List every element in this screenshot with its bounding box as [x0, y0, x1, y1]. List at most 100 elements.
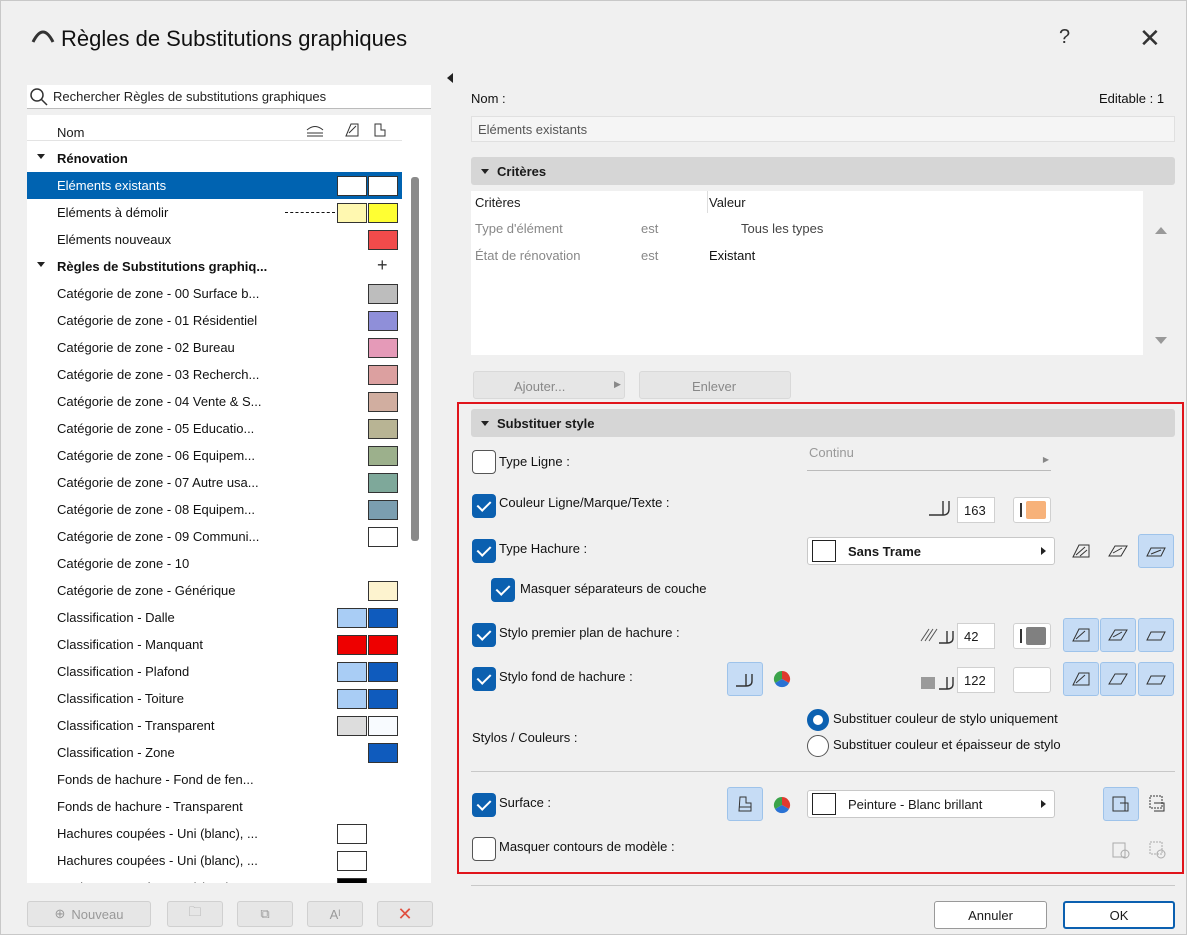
cut-fill-icon[interactable]	[1063, 618, 1099, 652]
bg-pen-checkbox[interactable]	[472, 667, 496, 691]
remove-criteria-button[interactable]: Enlever	[639, 371, 791, 399]
list-item-label: Catégorie de zone - 07 Autre usa...	[57, 475, 259, 490]
cover-fill-icon[interactable]	[1100, 662, 1136, 696]
surface-swatch	[368, 743, 398, 763]
line-type-checkbox[interactable]	[472, 450, 496, 474]
add-criteria-button[interactable]: Ajouter... ▶	[473, 371, 625, 399]
list-scrollbar[interactable]	[411, 177, 419, 541]
list-item[interactable]: Catégorie de zone - 04 Vente & S...	[27, 388, 402, 415]
list-item[interactable]: Catégorie de zone - 00 Surface b...	[27, 280, 402, 307]
list-group-header[interactable]: Rénovation	[27, 145, 402, 172]
criteria-col-header: Critères	[475, 195, 521, 210]
list-item[interactable]: Fonds de hachure - Fond de fen...	[27, 766, 402, 793]
list-item[interactable]: Classification - Zone	[27, 739, 402, 766]
duplicate-button[interactable]: ⧉	[237, 901, 293, 927]
list-item[interactable]: Catégorie de zone - 01 Résidentiel	[27, 307, 402, 334]
list-item-label: Catégorie de zone - 02 Bureau	[57, 340, 235, 355]
list-item[interactable]: Catégorie de zone - 08 Equipem...	[27, 496, 402, 523]
list-item[interactable]: Catégorie de zone - 06 Equipem...	[27, 442, 402, 469]
new-button[interactable]: ⊕ Nouveau	[27, 901, 151, 927]
ok-button[interactable]: OK	[1063, 901, 1175, 929]
hatch-type-value: Sans Trame	[848, 544, 921, 559]
line-color-checkbox[interactable]	[472, 494, 496, 518]
list-group-header[interactable]: Règles de Substitutions graphiq... +	[27, 253, 402, 280]
new-folder-button[interactable]: 🗀	[167, 901, 223, 927]
fg-pen-input[interactable]: 42	[957, 623, 995, 649]
rename-button[interactable]: Aᴵ	[307, 901, 363, 927]
list-item[interactable]: Classification - Transparent	[27, 712, 402, 739]
close-button[interactable]: ✕	[1139, 23, 1161, 54]
rename-icon: Aᴵ	[329, 906, 341, 922]
surface-apply-all-icon[interactable]	[1139, 787, 1175, 821]
collapse-panel-icon[interactable]	[447, 73, 453, 83]
list-item[interactable]: Catégorie de zone - Générique	[27, 577, 402, 604]
line-color-swatch[interactable]	[1013, 497, 1051, 523]
color-wheel-icon[interactable]	[773, 796, 791, 817]
list-item[interactable]: Eléments existants	[27, 172, 402, 199]
list-item[interactable]: Eléments nouveaux	[27, 226, 402, 253]
cancel-button[interactable]: Annuler	[934, 901, 1047, 929]
drafting-fill-icon[interactable]	[1138, 534, 1174, 568]
delete-button[interactable]: ✕	[377, 901, 433, 927]
list-item[interactable]: Catégorie de zone - 07 Autre usa...	[27, 469, 402, 496]
color-wheel-icon[interactable]	[773, 670, 791, 691]
pen-mode-button[interactable]	[727, 662, 763, 696]
list-item[interactable]: Catégorie de zone - 10	[27, 550, 402, 577]
chevron-down-icon[interactable]	[37, 262, 45, 267]
add-icon[interactable]: +	[377, 255, 388, 276]
hide-contours-checkbox[interactable]	[472, 837, 496, 861]
list-item-label: Eléments nouveaux	[57, 232, 172, 247]
drafting-fill-icon[interactable]	[1138, 662, 1174, 696]
help-button[interactable]: ?	[1059, 26, 1070, 49]
scroll-down-icon[interactable]	[1155, 337, 1167, 344]
list-item[interactable]: Catégorie de zone - 03 Recherch...	[27, 361, 402, 388]
hatch-type-checkbox[interactable]	[472, 539, 496, 563]
drafting-fill-icon[interactable]	[1138, 618, 1174, 652]
list-item[interactable]: Hachures coupées - Uni (blanc), ...	[27, 847, 402, 874]
radio-pen-color-only[interactable]	[807, 709, 829, 731]
list-item-label: Catégorie de zone - 00 Surface b...	[57, 286, 260, 301]
search-input[interactable]: Rechercher Règles de substitutions graph…	[27, 85, 431, 109]
override-style-section-header[interactable]: Substituer style	[471, 409, 1175, 437]
fg-pen-swatch[interactable]	[1013, 623, 1051, 649]
list-item[interactable]: Classification - Dalle	[27, 604, 402, 631]
line-color-pen-input[interactable]: 163	[957, 497, 995, 523]
cut-fill-icon[interactable]	[1063, 662, 1099, 696]
surface-mode-button[interactable]	[727, 787, 763, 821]
bg-pen-input[interactable]: 122	[957, 667, 995, 693]
surface-checkbox[interactable]	[472, 793, 496, 817]
cover-fill-icon[interactable]	[1100, 534, 1136, 568]
surface-swatch	[368, 662, 398, 682]
list-item[interactable]: Classification - Plafond	[27, 658, 402, 685]
cut-fill-icon[interactable]	[1063, 534, 1099, 568]
list-item[interactable]: Classification - Toiture	[27, 685, 402, 712]
scroll-up-icon[interactable]	[1155, 227, 1167, 234]
surface-apply-icon[interactable]	[1103, 787, 1139, 821]
contour-all-icon[interactable]	[1139, 833, 1175, 867]
list-item[interactable]: Eléments à démolir	[27, 199, 402, 226]
list-item[interactable]: Catégorie de zone - 02 Bureau	[27, 334, 402, 361]
list-item[interactable]: Hachures coupées - Uni (couleur...	[27, 874, 402, 883]
list-item[interactable]: Fonds de hachure - Transparent	[27, 793, 402, 820]
list-item[interactable]: Classification - Manquant	[27, 631, 402, 658]
override-style-title: Substituer style	[497, 416, 595, 431]
line-type-dropdown[interactable]: Continu ▶	[807, 443, 1051, 471]
contour-icon[interactable]	[1103, 833, 1139, 867]
criteria-section-header[interactable]: Critères	[471, 157, 1175, 185]
name-field[interactable]: Eléments existants	[471, 116, 1175, 142]
line-type-column-icon	[305, 121, 325, 142]
criteria-field: Type d'élément	[475, 221, 563, 236]
surface-dropdown[interactable]: Peinture - Blanc brillant	[807, 790, 1055, 818]
hatch-type-dropdown[interactable]: Sans Trame	[807, 537, 1055, 565]
list-item[interactable]: Catégorie de zone - 09 Communi...	[27, 523, 402, 550]
list-item-label: Catégorie de zone - 08 Equipem...	[57, 502, 256, 517]
fg-pen-checkbox[interactable]	[472, 623, 496, 647]
radio-pen-color-weight[interactable]	[807, 735, 829, 757]
bg-pen-swatch[interactable]	[1013, 667, 1051, 693]
list-item[interactable]: Hachures coupées - Uni (blanc), ...	[27, 820, 402, 847]
archicad-logo-icon	[31, 26, 55, 47]
list-item[interactable]: Catégorie de zone - 05 Educatio...	[27, 415, 402, 442]
cover-fill-icon[interactable]	[1100, 618, 1136, 652]
chevron-down-icon[interactable]	[37, 154, 45, 159]
hide-separators-checkbox[interactable]	[491, 578, 515, 602]
